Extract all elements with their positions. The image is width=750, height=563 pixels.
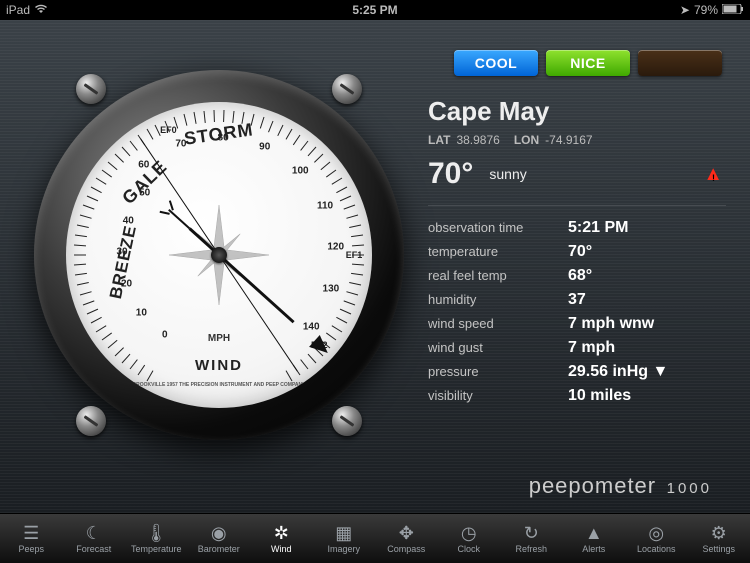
tab-label: Settings [702, 544, 735, 554]
tab-label: Peeps [18, 544, 44, 554]
status-time: 5:25 PM [352, 3, 397, 17]
current-temp: 70° [428, 157, 473, 191]
wspd-label: wind speed [428, 316, 568, 331]
tab-peeps[interactable]: ☰ Peeps [0, 514, 63, 563]
screw-icon [332, 406, 362, 436]
locations-icon: ◎ [648, 524, 664, 542]
app-body: 6070809010011012013014001020304050EF0EF1… [0, 20, 750, 513]
tab-settings[interactable]: ⚙ Settings [688, 514, 750, 563]
gauge-title: WIND [195, 357, 243, 374]
tab-forecast[interactable]: ☾ Forecast [63, 514, 126, 563]
tab-temperature[interactable]: 🌡 Temperature [125, 514, 188, 563]
peeps-icon: ☰ [23, 524, 39, 542]
tab-imagery[interactable]: ▦ Imagery [313, 514, 376, 563]
tab-label: Compass [387, 544, 425, 554]
gauge-label-gale: GALE [118, 156, 171, 209]
imagery-icon: ▦ [335, 524, 352, 542]
gauge-maker: BROOKVILLE 1957 THE PRECISION INSTRUMENT… [133, 382, 306, 388]
screw-icon [332, 74, 362, 104]
gauge-label-storm: STORM [183, 119, 255, 149]
brand-logo: peepometer 1000 [529, 473, 712, 499]
tab-compass[interactable]: ✥ Compass [375, 514, 438, 563]
tab-label: Imagery [327, 544, 360, 554]
tab-locations[interactable]: ◎ Locations [625, 514, 688, 563]
settings-icon: ⚙ [711, 524, 727, 542]
vis-label: visibility [428, 388, 568, 403]
tab-label: Alerts [582, 544, 605, 554]
forecast-icon: ☾ [86, 524, 102, 542]
brand-name: peepometer [529, 473, 656, 498]
info-panel: COOL NICE Cape May LAT 38.9876 LON -74.916… [404, 50, 726, 503]
lon-value: -74.9167 [545, 133, 592, 147]
coordinates: LAT 38.9876 LON -74.9167 [428, 133, 726, 147]
temp-value: 70° [568, 243, 592, 261]
obs-value: 5:21 PM [568, 219, 628, 237]
barometer-icon: ◉ [211, 524, 227, 542]
obs-label: observation time [428, 220, 568, 235]
compass-icon: ✥ [399, 524, 414, 542]
battery-icon [722, 3, 744, 17]
screw-icon [76, 74, 106, 104]
screw-icon [76, 406, 106, 436]
press-value: 29.56 inHg ▼ [568, 363, 668, 381]
tab-alerts[interactable]: ▲ Alerts [563, 514, 626, 563]
gust-label: wind gust [428, 340, 568, 355]
tab-clock[interactable]: ◷ Clock [438, 514, 501, 563]
hum-label: humidity [428, 292, 568, 307]
tab-label: Barometer [198, 544, 240, 554]
condition: sunny [489, 166, 526, 182]
clock-icon: ◷ [461, 524, 477, 542]
tab-label: Forecast [76, 544, 111, 554]
tab-label: Clock [457, 544, 480, 554]
wspd-value: 7 mph wnw [568, 315, 654, 333]
gauge-label-breeze: BREEZE [106, 223, 141, 300]
gauge-unit: MPH [208, 333, 230, 344]
lon-label: LON [514, 133, 539, 147]
divider [428, 205, 726, 206]
wind-icon: ✲ [274, 524, 289, 542]
wind-gauge: 6070809010011012013014001020304050EF0EF1… [34, 70, 404, 440]
tab-refresh[interactable]: ↻ Refresh [500, 514, 563, 563]
device-label: iPad [6, 3, 30, 17]
status-bar: iPad 5:25 PM ➤ 79% [0, 0, 750, 20]
temperature-icon: 🌡 [145, 524, 168, 542]
alerts-icon: ▲ [585, 524, 603, 542]
press-label: pressure [428, 364, 568, 379]
tab-bar: ☰ Peeps ☾ Forecast 🌡 Temperature ◉ Barometer ✲ Wi… [0, 513, 750, 563]
wifi-icon [34, 3, 48, 17]
lat-label: LAT [428, 133, 450, 147]
feel-label: real feel temp [428, 268, 568, 283]
vis-value: 10 miles [568, 387, 631, 405]
badge-cool[interactable]: COOL [454, 50, 538, 76]
lat-value: 38.9876 [456, 133, 499, 147]
location-arrow-icon: ➤ [680, 3, 690, 17]
refresh-icon: ↻ [524, 524, 539, 542]
location-name: Cape May [428, 96, 726, 127]
battery-percent: 79% [694, 3, 718, 17]
badge-nice[interactable]: NICE [546, 50, 630, 76]
temp-label: temperature [428, 244, 568, 259]
gauge-hub [211, 247, 227, 263]
tab-label: Locations [637, 544, 676, 554]
tab-barometer[interactable]: ◉ Barometer [188, 514, 251, 563]
tab-label: Refresh [515, 544, 547, 554]
hum-value: 37 [568, 291, 586, 309]
badge-empty[interactable] [638, 50, 722, 76]
brand-model: 1000 [667, 480, 712, 497]
feel-value: 68° [568, 267, 592, 285]
gust-value: 7 mph [568, 339, 615, 357]
gauge-face: 6070809010011012013014001020304050EF0EF1… [66, 102, 372, 408]
tab-label: Wind [271, 544, 292, 554]
tab-label: Temperature [131, 544, 182, 554]
tab-wind[interactable]: ✲ Wind [250, 514, 313, 563]
alert-icon[interactable]: ▲! [703, 163, 726, 186]
